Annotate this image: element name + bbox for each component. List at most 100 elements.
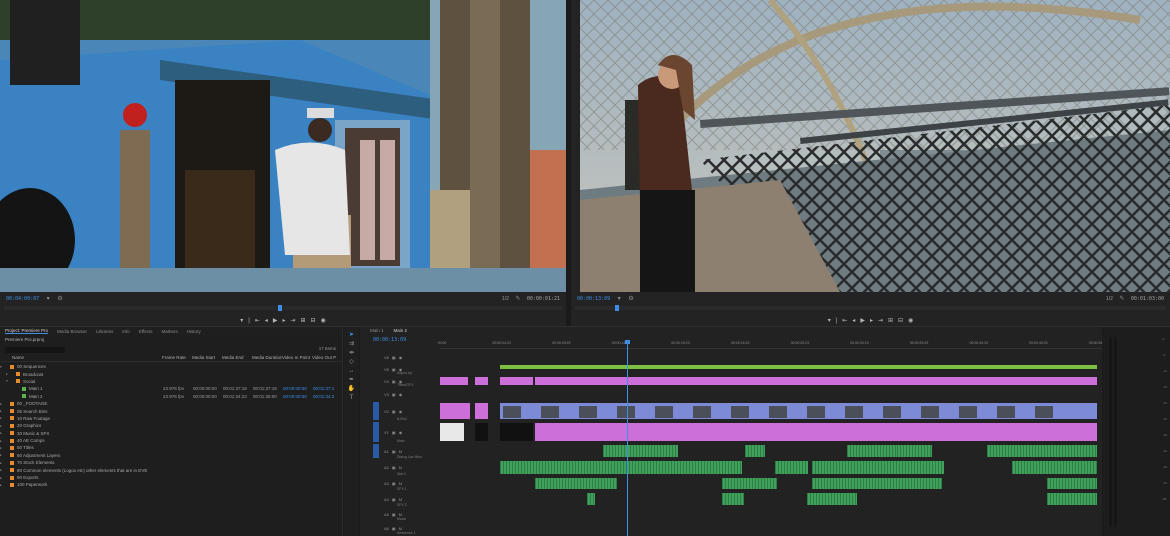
track-header[interactable]: V2 ▣ ◉ B-Roll: [360, 402, 440, 421]
video-clip[interactable]: [440, 403, 470, 419]
audio-clip[interactable]: [535, 478, 617, 489]
audio-clip[interactable]: [812, 461, 944, 474]
audio-clip[interactable]: [603, 445, 678, 457]
audio-clip[interactable]: [587, 493, 595, 505]
audio-clip[interactable]: [775, 461, 808, 474]
source-video-frame[interactable]: [0, 0, 566, 292]
expand-closed-icon[interactable]: ▸: [0, 439, 5, 443]
razor-tool-icon[interactable]: ◇: [349, 359, 354, 365]
audio-clip[interactable]: [500, 461, 742, 474]
expand-closed-icon[interactable]: ▸: [0, 416, 5, 420]
lock-icon[interactable]: ▣: [392, 379, 396, 384]
program-video-frame[interactable]: [580, 0, 1170, 292]
expand-closed-icon[interactable]: ▸: [0, 446, 5, 450]
lock-icon[interactable]: ▣: [392, 430, 396, 435]
hand-tool-icon[interactable]: ✋: [348, 386, 355, 392]
project-bin-item[interactable]: Main 2 23.976 fps 00:00:00:00 00:01:34:23 00…: [0, 393, 342, 400]
mute-icon[interactable]: M: [399, 497, 402, 502]
lock-icon[interactable]: ▣: [392, 392, 396, 397]
project-bin-item[interactable]: ▸ 05 Search Bins: [0, 407, 342, 414]
expand-closed-icon[interactable]: ▸: [0, 431, 5, 435]
mute-icon[interactable]: M: [399, 465, 402, 470]
track-header[interactable]: V6 ▣ ◉: [360, 352, 440, 362]
project-tab[interactable]: Media Browser: [57, 329, 87, 334]
eye-icon[interactable]: ◉: [399, 392, 403, 397]
source-resolution[interactable]: 1/2: [502, 296, 509, 302]
fit-icon[interactable]: ▾: [616, 296, 622, 302]
expand-closed-icon[interactable]: ▸: [0, 476, 5, 480]
expand-closed-icon[interactable]: ▸: [0, 402, 5, 406]
mark-in-icon[interactable]: ▾: [828, 318, 831, 324]
track-target-toggle[interactable]: [373, 402, 379, 420]
timeline-timecode[interactable]: 00:00:13:09: [373, 337, 406, 343]
expand-closed-icon[interactable]: ▸: [0, 453, 5, 457]
project-tab[interactable]: Libraries: [96, 329, 113, 334]
track-header[interactable]: V5 ▣ ◉ Adjust Lyr: [360, 364, 440, 376]
track-label[interactable]: V1: [384, 430, 389, 435]
project-bin-item[interactable]: ▸ 20 Graphics: [0, 422, 342, 429]
program-resolution[interactable]: 1/2: [1106, 296, 1113, 302]
video-clip[interactable]: [475, 377, 488, 385]
project-bin-item[interactable]: ▸ 80 Common elements (Logos etc) other el…: [0, 466, 342, 473]
track-label[interactable]: A2: [384, 465, 389, 470]
slip-tool-icon[interactable]: ↔: [349, 368, 355, 374]
expand-closed-icon[interactable]: ▸: [0, 468, 5, 472]
expand-closed-icon[interactable]: ▸: [0, 483, 5, 487]
track-target-toggle[interactable]: [373, 444, 379, 458]
track-label[interactable]: A1: [384, 449, 389, 454]
go-to-out-icon[interactable]: ⇥: [878, 318, 883, 324]
lock-icon[interactable]: ▣: [392, 465, 396, 470]
wrench-icon[interactable]: ⚙: [628, 296, 634, 302]
lock-icon[interactable]: ▣: [392, 512, 396, 517]
mute-icon[interactable]: M: [399, 526, 402, 531]
video-clip[interactable]: [475, 423, 488, 441]
wrench-icon[interactable]: ✎: [515, 296, 521, 302]
video-clip[interactable]: [440, 423, 464, 441]
video-clip[interactable]: [500, 365, 1097, 369]
video-clip[interactable]: [535, 377, 1097, 385]
fit-icon[interactable]: ▾: [45, 296, 51, 302]
program-timecode[interactable]: 00:00:13:09: [577, 296, 610, 302]
timeline-playhead[interactable]: [625, 340, 630, 536]
project-bin-item[interactable]: ▸ 00 _FOOTAGE: [0, 400, 342, 407]
project-tab[interactable]: History: [187, 329, 201, 334]
video-clip[interactable]: [464, 423, 471, 441]
lock-icon[interactable]: ▣: [392, 409, 396, 414]
overwrite-icon[interactable]: ⊟: [311, 318, 316, 324]
track-select-tool-icon[interactable]: ⇉: [349, 341, 354, 347]
column-header[interactable]: Media Start: [192, 355, 222, 361]
audio-clip[interactable]: [1047, 493, 1097, 505]
video-clip[interactable]: [500, 423, 533, 441]
project-tab[interactable]: Info: [122, 329, 130, 334]
eye-icon[interactable]: ◉: [399, 409, 403, 414]
audio-clip[interactable]: [897, 445, 932, 457]
project-bin-item[interactable]: ▸ 50 Titles: [0, 444, 342, 451]
lock-icon[interactable]: ▣: [392, 497, 396, 502]
column-header[interactable]: Video In Point: [282, 355, 312, 361]
column-header[interactable]: Video Out P: [312, 355, 342, 361]
track-label[interactable]: A5: [384, 512, 389, 517]
source-scrub-bar[interactable]: [4, 305, 562, 311]
expand-closed-icon[interactable]: ▸: [0, 461, 5, 465]
wrench-icon[interactable]: ⚙: [57, 296, 63, 302]
track-header[interactable]: A6 ▣ M Ambience 1: [360, 522, 440, 536]
project-bin-item[interactable]: ▸ 90 Exports: [0, 474, 342, 481]
step-back-icon[interactable]: ◂: [852, 318, 855, 324]
play-icon[interactable]: ▶: [860, 318, 865, 324]
export-frame-icon[interactable]: ◉: [321, 318, 326, 324]
expand-open-icon[interactable]: ▾: [6, 379, 11, 383]
audio-clip[interactable]: [1047, 478, 1097, 489]
project-bin-item[interactable]: ▸ 40 AE Comps: [0, 437, 342, 444]
wrench-icon[interactable]: ✎: [1119, 296, 1125, 302]
track-label[interactable]: A3: [384, 481, 389, 486]
project-bin-item[interactable]: ▸ 60 Adjustment Layers: [0, 452, 342, 459]
ripple-edit-tool-icon[interactable]: ⇹: [349, 350, 354, 356]
mark-out-icon[interactable]: |: [248, 318, 250, 324]
project-search-input[interactable]: [5, 347, 65, 353]
project-tab[interactable]: Effects: [139, 329, 153, 334]
project-bin-item[interactable]: ▸ 10 Raw Footage: [0, 415, 342, 422]
pen-tool-icon[interactable]: ✒: [349, 377, 354, 383]
mark-out-icon[interactable]: |: [836, 318, 838, 324]
audio-clip[interactable]: [722, 478, 777, 489]
eye-icon[interactable]: ◉: [399, 430, 403, 435]
